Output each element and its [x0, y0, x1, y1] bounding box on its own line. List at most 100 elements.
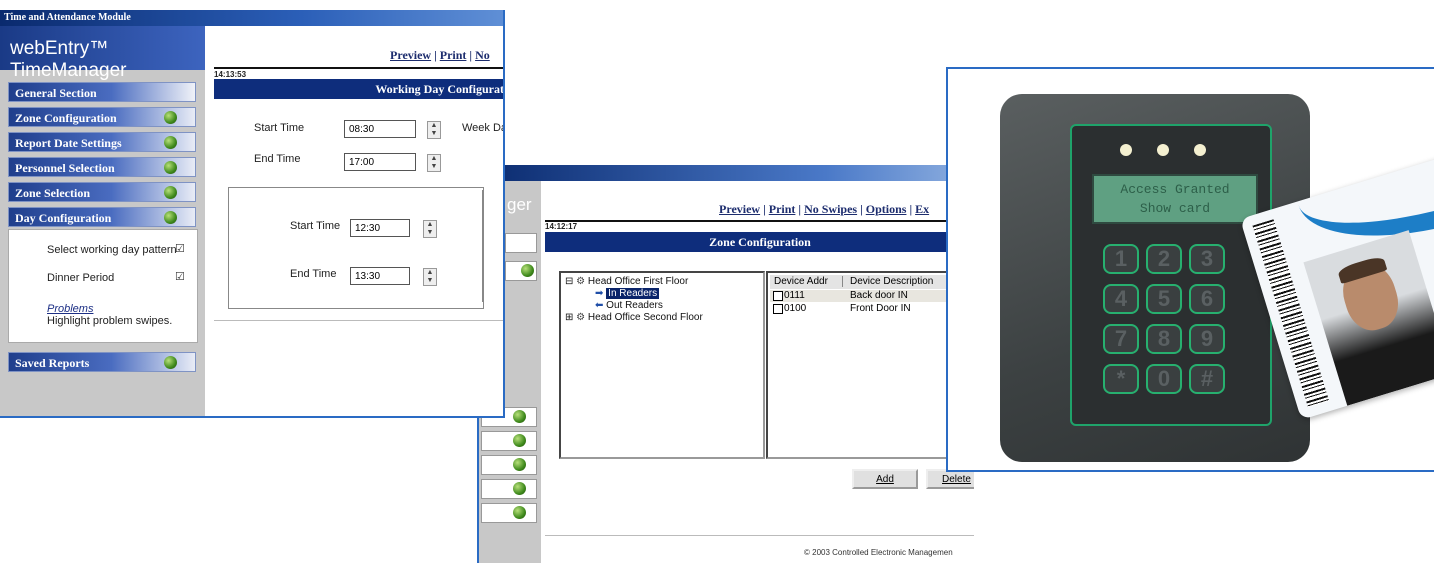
nav-general-section[interactable]: General Section — [8, 82, 196, 102]
delete-button[interactable]: Delete — [926, 469, 974, 489]
end-time-value: 17:00 — [349, 157, 375, 168]
nav-zone-selection[interactable]: Zone Selection — [8, 182, 196, 202]
keypad-key[interactable]: * — [1103, 364, 1139, 394]
tree-node-label: In Readers — [606, 288, 660, 299]
tree-node[interactable]: ➡ In Readers — [595, 288, 660, 299]
tree-node[interactable]: ⊞ ⚙ Head Office Second Floor — [565, 312, 703, 323]
keypad-key[interactable]: 4 — [1103, 284, 1139, 314]
collapse-icon[interactable]: ⊟ — [565, 276, 573, 287]
dinner-end-input[interactable]: 13:30 ▲ ▼ — [350, 267, 437, 286]
copyright-footer: © 2003 Controlled Electronic Managemen — [804, 548, 953, 557]
window2-rule — [545, 220, 974, 222]
zone-config-title: Zone Configuration — [709, 235, 811, 249]
nav-label: General Section — [15, 86, 97, 100]
content-divider — [214, 320, 503, 321]
status-dot-icon — [513, 434, 526, 447]
column-header[interactable]: Device Addr — [774, 276, 843, 287]
nav-label: Saved Reports — [15, 356, 90, 370]
nav-sidebar: webEntry™ TimeManager General Section Zo… — [0, 26, 205, 416]
led-icon — [1120, 144, 1132, 156]
keypad-key[interactable]: 8 — [1146, 324, 1182, 354]
working-day-header: Working Day Configurat — [214, 79, 504, 99]
expand-icon[interactable]: ⊞ — [565, 312, 573, 323]
dinner-end-value: 13:30 — [355, 271, 381, 282]
keypad-key[interactable]: 1 — [1103, 244, 1139, 274]
table-header: Device Addr Device Description — [770, 275, 974, 289]
tree-node[interactable]: ⊟ ⚙ Head Office First Floor — [565, 276, 688, 287]
status-dot-icon — [164, 186, 177, 199]
spin-arrows-icon[interactable]: ▲ ▼ — [427, 154, 441, 172]
keypad-key[interactable]: 6 — [1189, 284, 1225, 314]
dinner-period-checkbox[interactable]: ☑ — [175, 270, 185, 283]
zone-config-header: Zone Configuration — [545, 232, 974, 252]
lcd-line: Access Granted — [1120, 182, 1230, 197]
keypad-key[interactable]: 0 — [1146, 364, 1182, 394]
working-day-checkbox[interactable]: ☑ — [175, 242, 185, 255]
sidebar-nav-item[interactable] — [481, 455, 537, 475]
table-row[interactable]: 0100 Front Door IN — [770, 303, 974, 315]
sidebar-nav-item[interactable] — [481, 479, 537, 499]
keypad-key[interactable]: # — [1189, 364, 1225, 394]
window1-rule — [214, 67, 503, 69]
zone-icon: ⚙ — [576, 312, 586, 323]
start-time-input[interactable]: 08:30 ▲ ▼ — [344, 120, 441, 139]
table-row[interactable]: 0111 Back door IN — [770, 290, 974, 302]
dinner-start-input[interactable]: 12:30 ▲ ▼ — [350, 219, 437, 238]
sidebar-nav-item[interactable] — [481, 431, 537, 451]
export-link[interactable]: Ex — [915, 202, 929, 216]
add-button[interactable]: Add — [852, 469, 918, 489]
row-checkbox[interactable] — [773, 291, 783, 301]
window2-titlebar — [479, 165, 974, 181]
status-dot-icon — [513, 506, 526, 519]
arrow-left-icon: ⬅ — [595, 300, 604, 311]
nav-label: Personnel Selection — [15, 161, 115, 175]
nav-day-configuration[interactable]: Day Configuration — [8, 207, 196, 227]
sidebar-input[interactable] — [505, 233, 537, 253]
working-day-title: Working Day Configurat — [375, 82, 504, 96]
delete-button-label: Delete — [942, 474, 971, 485]
keypad-key[interactable]: 5 — [1146, 284, 1182, 314]
led-icon — [1157, 144, 1169, 156]
preview-link[interactable]: Preview — [390, 48, 431, 62]
spin-arrows-icon[interactable]: ▲ ▼ — [427, 121, 441, 139]
options-link[interactable]: Options — [866, 202, 907, 216]
device-addr: 0111 — [784, 290, 805, 301]
spin-arrows-icon[interactable]: ▲ ▼ — [423, 268, 437, 286]
print-link[interactable]: Print — [440, 48, 467, 62]
preview-link[interactable]: Preview — [719, 202, 760, 216]
problems-link[interactable]: Problems — [47, 303, 93, 315]
keypad-key[interactable]: 2 — [1146, 244, 1182, 274]
end-time-input[interactable]: 17:00 ▲ ▼ — [344, 153, 441, 172]
keypad-key[interactable]: 7 — [1103, 324, 1139, 354]
nav-saved-reports[interactable]: Saved Reports — [8, 352, 196, 372]
no-swipes-link[interactable]: No — [475, 48, 490, 62]
working-day-window: Time and Attendance Module webEntry™ Tim… — [0, 10, 505, 418]
keypad-key[interactable]: 9 — [1189, 324, 1225, 354]
zone-tree[interactable]: ⊟ ⚙ Head Office First Floor ➡ In Readers… — [559, 271, 765, 459]
column-header[interactable]: Device Description — [850, 276, 933, 287]
start-time-value: 08:30 — [349, 124, 375, 135]
card-reader-photo: Access Granted Show card 1 2 3 4 5 6 7 8… — [946, 67, 1434, 472]
status-dot-icon — [164, 111, 177, 124]
tree-node[interactable]: ⬅ Out Readers — [595, 300, 663, 311]
nav-label: Zone Selection — [15, 186, 90, 200]
print-link[interactable]: Print — [769, 202, 796, 216]
row-checkbox[interactable] — [773, 304, 783, 314]
nav-report-date-settings[interactable]: Report Date Settings — [8, 132, 196, 152]
status-dot-icon — [164, 136, 177, 149]
status-dot-icon — [164, 356, 177, 369]
start-time-label: Start Time — [254, 122, 305, 134]
sidebar-nav-item[interactable] — [505, 261, 537, 281]
nav-zone-configuration[interactable]: Zone Configuration — [8, 107, 196, 127]
nav-personnel-selection[interactable]: Personnel Selection — [8, 157, 196, 177]
nav-label: Day Configuration — [15, 211, 112, 225]
option-label: Select working day pattern — [47, 244, 177, 256]
problems-description: Highlight problem swipes. — [47, 315, 173, 327]
brand-header: webEntry™ TimeManager — [0, 26, 205, 81]
status-dot-icon — [513, 410, 526, 423]
keypad-key[interactable]: 3 — [1189, 244, 1225, 274]
spin-arrows-icon[interactable]: ▲ ▼ — [423, 220, 437, 238]
sidebar-nav-item[interactable] — [481, 503, 537, 523]
no-swipes-link[interactable]: No Swipes — [804, 202, 857, 216]
status-dot-icon — [521, 264, 534, 277]
